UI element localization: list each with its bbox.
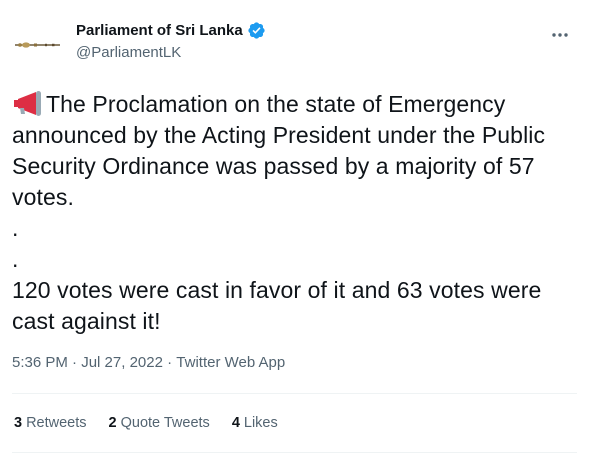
- tweet: Parliament of Sri Lanka @ParliamentLK Th…: [0, 0, 589, 456]
- retweets-label: Retweets: [26, 415, 87, 431]
- tweet-header: Parliament of Sri Lanka @ParliamentLK: [12, 18, 577, 70]
- display-name[interactable]: Parliament of Sri Lanka: [76, 22, 243, 39]
- likes-label: Likes: [243, 415, 278, 431]
- tweet-meta: 5:36 PM · Jul 27, 2022 · Twitter Web App: [12, 354, 285, 371]
- display-name-row: Parliament of Sri Lanka: [76, 21, 266, 40]
- likes-stat[interactable]: 4 Likes: [232, 415, 278, 431]
- more-options-icon[interactable]: [549, 24, 571, 46]
- tweet-source[interactable]: Twitter Web App: [176, 354, 285, 371]
- quote-tweets-stat[interactable]: 2 Quote Tweets: [109, 415, 210, 431]
- verified-badge-icon: [247, 21, 266, 40]
- quote-tweets-count: 2: [108, 415, 117, 431]
- divider: [12, 393, 577, 394]
- author-names: Parliament of Sri Lanka @ParliamentLK: [76, 21, 266, 61]
- meta-separator: ·: [162, 354, 177, 371]
- likes-count: 4: [231, 415, 240, 431]
- tweet-body: The Proclamation on the state of Emergen…: [12, 89, 577, 337]
- tweet-stats: 3 Retweets 2 Quote Tweets 4 Likes: [14, 415, 278, 431]
- tweet-time[interactable]: 5:36 PM: [12, 354, 68, 371]
- meta-separator: ·: [67, 354, 82, 371]
- mace-icon: [12, 20, 62, 70]
- quote-tweets-label: Quote Tweets: [120, 415, 210, 431]
- megaphone-icon: [12, 90, 44, 116]
- retweets-stat[interactable]: 3 Retweets: [14, 415, 87, 431]
- retweets-count: 3: [14, 415, 23, 431]
- tweet-date[interactable]: Jul 27, 2022: [81, 354, 163, 371]
- avatar[interactable]: [12, 20, 62, 70]
- divider: [12, 452, 577, 453]
- author-handle[interactable]: @ParliamentLK: [76, 44, 266, 61]
- tweet-text: The Proclamation on the state of Emergen…: [12, 91, 546, 334]
